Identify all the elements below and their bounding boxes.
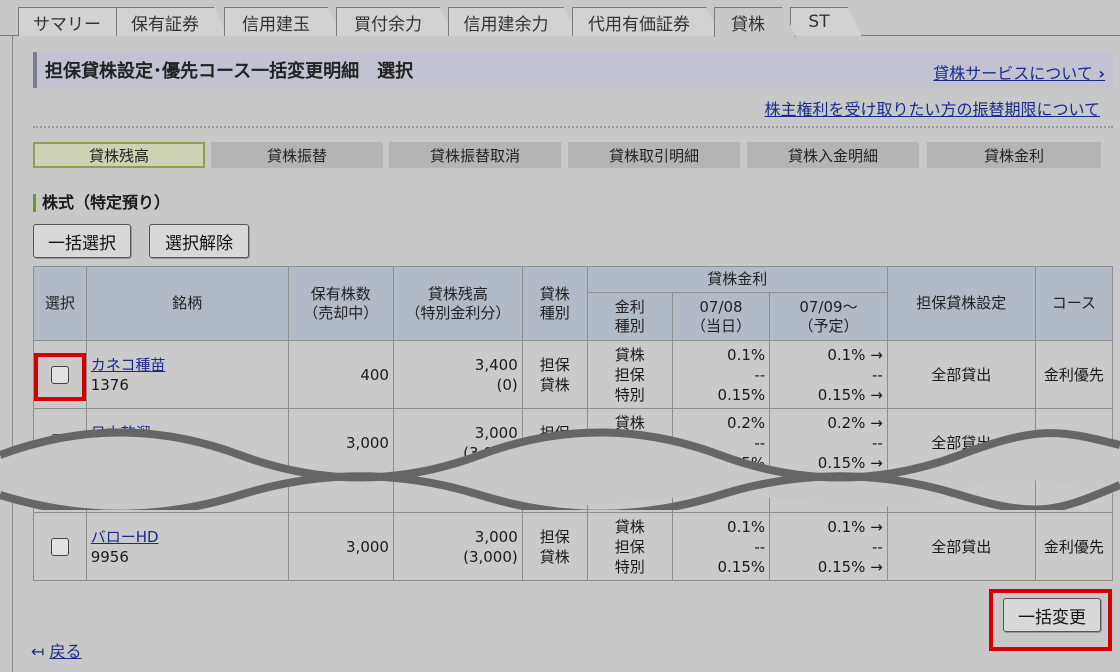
chevron-right-icon: › — [1092, 64, 1105, 83]
balance-cell: 3,000(3,000) — [392, 512, 523, 581]
divider — [33, 126, 1113, 128]
lend-type-cell: 担保貸株 — [521, 340, 588, 409]
deselect-button[interactable]: 選択解除 — [149, 224, 249, 258]
rate-planned-cell: 0.1% → -- 0.15% → — [769, 340, 888, 409]
stock-code: 1376 — [90, 375, 129, 394]
back-link[interactable]: ↤ 戻る — [31, 638, 82, 662]
stock-code: 9956 — [90, 547, 129, 566]
col-course: コース — [1034, 266, 1114, 341]
col-lend-type: 貸株 種別 — [521, 266, 588, 341]
sub-tab-bar: 貸株残高 貸株振替 貸株振替取消 貸株取引明細 貸株入金明細 貸株金利 — [33, 142, 1113, 168]
stock-name-link[interactable]: カネコ種苗 — [91, 356, 166, 374]
tab-buying-power[interactable]: 買付余力 — [336, 7, 454, 36]
collateral-cell: 全部貸出 — [886, 340, 1036, 409]
row-checkbox[interactable] — [50, 538, 69, 556]
shares-cell: 3,000 — [287, 512, 394, 581]
select-cell — [33, 340, 87, 409]
select-cell — [33, 512, 87, 581]
stock-name-link[interactable]: バローHD — [91, 528, 159, 546]
lending-service-link[interactable]: 貸株サービスについて › — [933, 60, 1105, 84]
select-all-button[interactable]: 一括選択 — [33, 224, 131, 258]
subtab-lending-rate[interactable]: 貸株金利 — [927, 142, 1101, 168]
col-date-planned: 07/09～ （予定） — [769, 292, 888, 341]
table-row: バローHD 9956 3,000 3,000 (3,000) 担保 貸株 貸株 担保 特別… — [33, 512, 1114, 581]
subtab-transaction-detail[interactable]: 貸株取引明細 — [568, 142, 740, 168]
back-arrow-icon: ↤ — [31, 642, 50, 661]
subtab-deposit-detail[interactable]: 貸株入金明細 — [747, 142, 919, 168]
course-cell: 金利優先 — [1034, 340, 1114, 409]
table-row: カネコ種苗 1376 400 3,400 (0) 担保 貸株 貸株 担保 特別 0.1% -… — [33, 340, 1114, 409]
tab-margin-positions[interactable]: 信用建玉 — [224, 7, 342, 36]
tab-margin-power[interactable]: 信用建余力 — [448, 7, 578, 36]
tab-holdings[interactable]: 保有証券 — [116, 7, 228, 36]
page-title: 担保貸株設定･優先コース一括変更明細 選択 — [45, 61, 414, 82]
omission-wave-divider — [0, 428, 1120, 510]
col-shares: 保有株数 （売却中） — [287, 266, 394, 341]
col-name: 銘柄 — [85, 266, 289, 341]
rights-transfer-link[interactable]: 株主権利を受け取りたい方の振替期限について — [764, 96, 1100, 120]
tab-summary[interactable]: サマリー — [18, 7, 130, 36]
shares-cell: 400 — [287, 340, 394, 409]
col-collateral: 担保貸株設定 — [886, 266, 1036, 341]
row-checkbox[interactable] — [50, 366, 69, 384]
rate-today-cell: 0.1% -- 0.15% — [671, 340, 771, 409]
course-cell: 金利優先 — [1034, 512, 1114, 581]
collateral-cell: 全部貸出 — [886, 512, 1036, 581]
subtab-lending-transfer[interactable]: 貸株振替 — [211, 142, 383, 168]
tab-bar: サマリー 保有証券 信用建玉 買付余力 信用建余力 代用有価証券 貸株 ST — [0, 0, 1120, 36]
bulk-change-button[interactable]: 一括変更 — [1003, 598, 1101, 632]
stock-cell: バローHD 9956 — [85, 512, 289, 581]
tab-collateral-securities[interactable]: 代用有価証券 — [572, 7, 720, 36]
col-rate-type: 金利 種別 — [586, 292, 673, 341]
subtab-lending-balance[interactable]: 貸株残高 — [33, 142, 205, 168]
tab-st[interactable]: ST — [790, 7, 862, 36]
rate-type-cell: 貸株担保特別 — [586, 512, 673, 581]
stock-cell: カネコ種苗 1376 — [85, 340, 289, 409]
subtab-transfer-cancel[interactable]: 貸株振替取消 — [389, 142, 561, 168]
section-title: 株式（特定預り） — [33, 194, 170, 212]
tab-stock-lending[interactable]: 貸株 — [714, 7, 796, 37]
col-rate-group: 貸株金利 — [586, 266, 888, 293]
lend-type-cell: 担保貸株 — [521, 512, 588, 581]
page-title-bar: 担保貸株設定･優先コース一括変更明細 選択 貸株サービスについて › — [33, 52, 1113, 88]
rate-today-cell: 0.1% -- 0.15% — [671, 512, 771, 581]
rate-type-cell: 貸株担保特別 — [586, 340, 673, 409]
col-balance: 貸株残高 （特別金利分） — [392, 266, 523, 341]
col-date-today: 07/08 （当日） — [671, 292, 771, 341]
balance-cell: 3,400 (0) — [392, 340, 523, 409]
rate-planned-cell: 0.1% → -- 0.15% → — [769, 512, 888, 581]
col-select: 選択 — [33, 266, 87, 341]
content-area: 担保貸株設定･優先コース一括変更明細 選択 貸株サービスについて › 株主権利を… — [12, 36, 1120, 672]
